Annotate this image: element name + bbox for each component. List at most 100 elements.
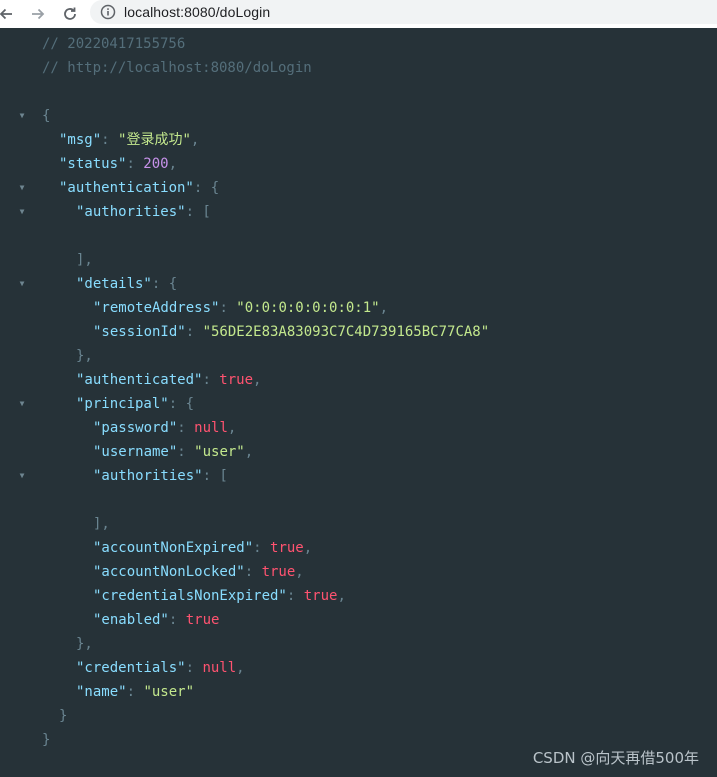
line-number: 21 (0, 512, 26, 536)
token-bool: null (194, 420, 228, 436)
token-key: "authentication" (59, 180, 194, 196)
line-number: 17 (0, 416, 26, 440)
code-line: 11▼"details": { (0, 272, 717, 296)
token-str: "user" (143, 684, 195, 700)
token-pn: , (244, 444, 254, 460)
line-content: ], (93, 512, 110, 536)
line-number: 26 (0, 632, 26, 656)
line-content: // 20220417155756 (42, 32, 185, 56)
code-line: 26}, (0, 632, 717, 656)
token-bool: true (303, 588, 338, 604)
token-pn: , (303, 540, 313, 556)
code-line: 16▼"principal": { (0, 392, 717, 416)
line-number: 13 (0, 320, 26, 344)
line-content: "authorities": [ (76, 200, 211, 224)
line-content: } (59, 704, 67, 728)
code-line: 17 "password": null, (0, 416, 717, 440)
line-content: "details": { (76, 272, 177, 296)
code-line: 18 "username": "user", (0, 440, 717, 464)
code-line: 4▼{ (0, 104, 717, 128)
token-pn: : (126, 684, 144, 700)
code-line: 6 "status": 200, (0, 152, 717, 176)
token-pn: : [ (185, 204, 211, 220)
token-pn: : { (168, 396, 195, 412)
token-pn: : (101, 132, 119, 148)
token-key: "accountNonExpired" (93, 540, 254, 556)
line-number (0, 32, 26, 56)
line-number: 27 (0, 656, 26, 680)
token-pn: : (185, 660, 203, 676)
token-key: "authorities" (93, 468, 203, 484)
line-content: // http://localhost:8080/doLogin (42, 56, 312, 80)
token-str: "0:0:0:0:0:0:0:1" (236, 300, 380, 316)
fold-toggle-icon[interactable]: ▼ (17, 392, 27, 416)
code-line: 22 "accountNonExpired": true, (0, 536, 717, 560)
reload-icon[interactable] (58, 2, 82, 26)
back-icon[interactable] (0, 2, 18, 26)
forward-icon[interactable] (26, 2, 50, 26)
address-bar[interactable]: localhost:8080/doLogin (90, 0, 717, 24)
fold-toggle-icon[interactable]: ▼ (17, 104, 27, 128)
token-key: "credentialsNonExpired" (93, 588, 287, 604)
fold-toggle-icon[interactable]: ▼ (17, 464, 27, 488)
line-number: 6 (0, 152, 26, 176)
fold-toggle-icon[interactable]: ▼ (17, 272, 27, 296)
token-str: "登录成功" (118, 132, 191, 148)
token-pn: : (168, 612, 186, 628)
token-key: "password" (93, 420, 178, 436)
info-icon[interactable] (100, 4, 116, 20)
line-content: "msg": "登录成功", (59, 128, 199, 152)
code-line: 12 "remoteAddress": "0:0:0:0:0:0:0:1", (0, 296, 717, 320)
code-line: 25 "enabled": true (0, 608, 717, 632)
token-pn: , (190, 132, 200, 148)
token-pn: : (185, 324, 203, 340)
code-line: 27 "credentials": null, (0, 656, 717, 680)
fold-toggle-icon[interactable]: ▼ (17, 176, 27, 200)
code-line: 9 (0, 224, 717, 248)
token-num: 200 (143, 156, 169, 172)
token-key: "remoteAddress" (93, 300, 220, 316)
token-pn: : { (151, 276, 178, 292)
token-pn: : (202, 372, 220, 388)
line-content: }, (76, 344, 93, 368)
token-pn: : { (193, 180, 220, 196)
url-text: localhost:8080/doLogin (124, 4, 271, 20)
line-number: 22 (0, 536, 26, 560)
token-pn: }, (76, 636, 93, 652)
token-pn: ], (93, 516, 110, 532)
code-line: 15 "authenticated": true, (0, 368, 717, 392)
token-key: "authenticated" (76, 372, 203, 388)
token-key: "credentials" (76, 660, 186, 676)
token-pn: } (59, 708, 68, 724)
line-content: "accountNonExpired": true, (93, 536, 312, 560)
token-pn: : (253, 540, 271, 556)
token-key: "principal" (76, 396, 169, 412)
line-content: ], (76, 248, 93, 272)
token-key: "name" (76, 684, 127, 700)
line-content: "accountNonLocked": true, (93, 560, 304, 584)
token-cm: // http://localhost:8080/doLogin (42, 60, 312, 76)
token-pn: : (219, 300, 237, 316)
line-content: "authorities": [ (93, 464, 228, 488)
token-key: "details" (76, 276, 152, 292)
token-key: "enabled" (93, 612, 169, 628)
line-content: "sessionId": "56DE2E83A83093C7C4D739165B… (93, 320, 489, 344)
token-key: "accountNonLocked" (93, 564, 245, 580)
code-line: 23 "accountNonLocked": true, (0, 560, 717, 584)
token-pn: : (286, 588, 304, 604)
code-line: 14}, (0, 344, 717, 368)
code-line: 20 (0, 488, 717, 512)
line-content: }, (76, 632, 93, 656)
token-cm: // 20220417155756 (42, 36, 186, 52)
line-content: "password": null, (93, 416, 236, 440)
token-bool: true (185, 612, 220, 628)
token-pn: : (177, 420, 195, 436)
line-number: 14 (0, 344, 26, 368)
line-content: { (42, 104, 50, 128)
fold-toggle-icon[interactable]: ▼ (17, 200, 27, 224)
code-line: 5 "msg": "登录成功", (0, 128, 717, 152)
code-line: // 20220417155756 (0, 32, 717, 56)
line-content: "credentials": null, (76, 656, 245, 680)
line-number: 15 (0, 368, 26, 392)
token-bool: true (219, 372, 254, 388)
